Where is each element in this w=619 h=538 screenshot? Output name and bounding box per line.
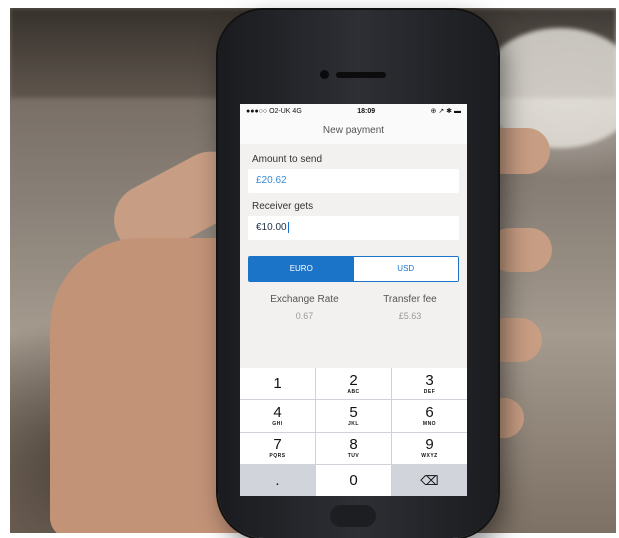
transfer-fee-label: Transfer fee [383, 294, 437, 305]
key-0[interactable]: 0 [316, 464, 391, 496]
key-4[interactable]: 4 GHI [240, 400, 315, 432]
key-6[interactable]: 6 MNO [392, 400, 467, 432]
receiver-label: Receiver gets [252, 201, 314, 212]
key-decimal[interactable]: . [240, 464, 315, 496]
key-8[interactable]: 8 TUV [316, 432, 391, 464]
backspace-key[interactable]: ⌫ [392, 464, 467, 496]
key-digit: 5 [349, 403, 358, 421]
receiver-field[interactable]: €10.00 [248, 216, 459, 240]
carrier-label: ●●●○○ O2-UK 4G [246, 107, 302, 115]
exchange-rate-value: 0.67 [295, 311, 314, 321]
key-7[interactable]: 7 PQRS [240, 432, 315, 464]
key-digit: . [275, 471, 280, 489]
phone-screen: ●●●○○ O2-UK 4G 18:09 ⊕ ↗ ✱ ▬ New payment… [240, 104, 467, 496]
key-letters: TUV [347, 453, 360, 460]
text-cursor [287, 221, 289, 233]
exchange-rate-label: Exchange Rate [270, 294, 339, 305]
key-letters: JKL [348, 420, 359, 427]
payment-form: Amount to send £20.62 Receiver gets €10.… [240, 144, 467, 384]
receiver-value: €10.00 [256, 222, 287, 233]
status-icons: ⊕ ↗ ✱ ▬ [430, 108, 461, 115]
front-camera [320, 70, 329, 79]
key-letters: DEF [423, 388, 436, 395]
key-digit: 7 [273, 436, 282, 454]
page-title: New payment [240, 118, 467, 144]
key-digit: 9 [425, 436, 434, 454]
key-digit: 2 [349, 371, 358, 389]
transfer-fee: Transfer fee £5.63 [383, 294, 437, 321]
status-bar: ●●●○○ O2-UK 4G 18:09 ⊕ ↗ ✱ ▬ [240, 104, 467, 118]
key-digit: 1 [273, 375, 282, 393]
backspace-icon: ⌫ [420, 472, 439, 488]
rate-info: Exchange Rate 0.67 Transfer fee £5.63 [248, 294, 459, 321]
key-1[interactable]: 1 [240, 368, 315, 400]
key-digit: 8 [349, 436, 358, 454]
numeric-keypad: 1 2 ABC 3 DEF 4 GHI 5 JKL 6 MNO 7 PQRS 8 TUV 9W… [240, 368, 467, 496]
amount-label: Amount to send [252, 154, 323, 165]
clock: 18:09 [357, 107, 376, 115]
key-digit: 3 [425, 371, 434, 389]
earpiece-speaker [336, 72, 386, 78]
key-letters: MNO [422, 420, 437, 427]
key-2[interactable]: 2 ABC [316, 368, 391, 400]
key-9[interactable]: 9 WXYZ [392, 432, 467, 464]
key-3[interactable]: 3 DEF [392, 368, 467, 400]
amount-field[interactable]: £20.62 [248, 169, 459, 193]
key-digit: 0 [349, 471, 358, 489]
currency-option-usd[interactable]: USD [353, 257, 458, 281]
key-digit: 6 [425, 403, 434, 421]
currency-option-euro[interactable]: EURO [249, 257, 354, 281]
key-5[interactable]: 5 JKL [316, 400, 391, 432]
currency-toggle: EURO USD [248, 256, 459, 282]
key-digit: 4 [273, 403, 282, 421]
key-letters: ABC [347, 388, 360, 395]
exchange-rate: Exchange Rate 0.67 [270, 294, 338, 321]
key-letters: WXYZ [421, 453, 438, 460]
transfer-fee-value: £5.63 [398, 311, 422, 321]
key-letters: GHI [272, 420, 283, 427]
phone-bottom-edge [330, 505, 376, 527]
key-letters: PQRS [269, 453, 286, 460]
